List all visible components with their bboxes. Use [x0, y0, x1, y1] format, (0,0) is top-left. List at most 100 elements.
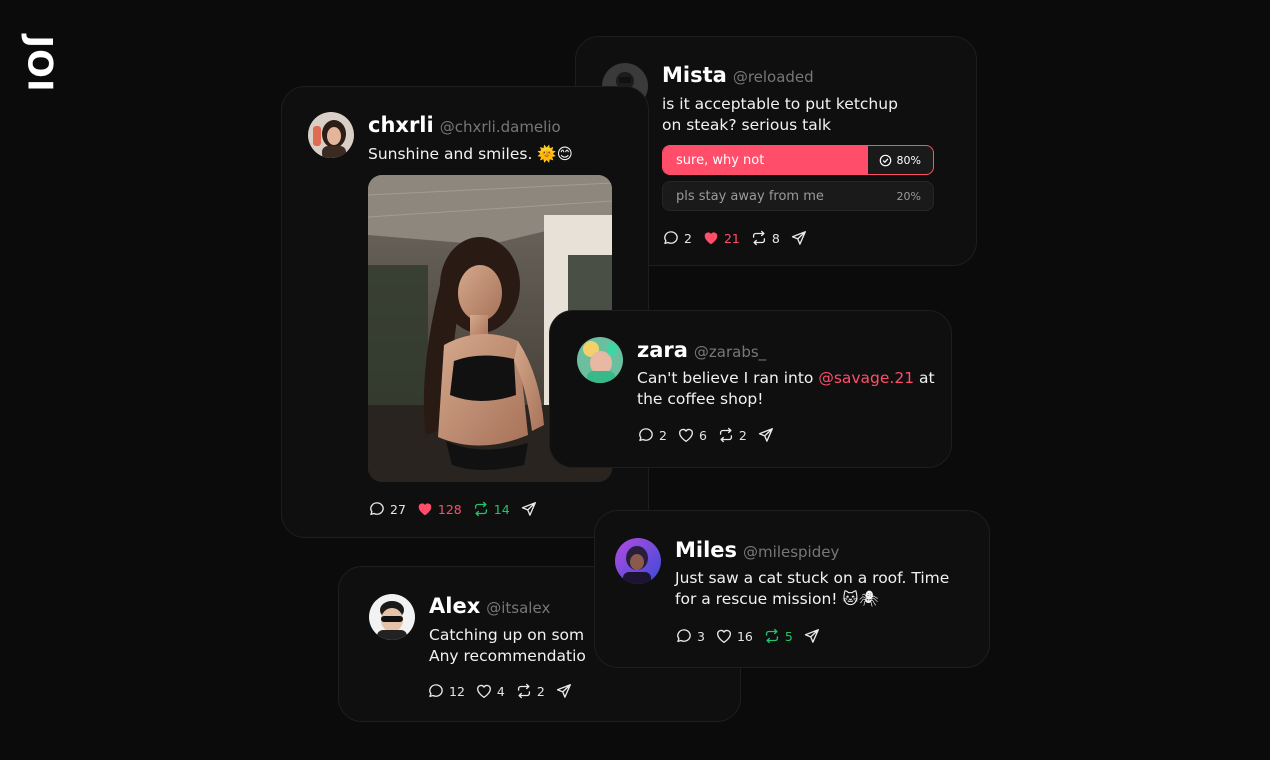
post-text-line: for a rescue mission! 🐱🕷: [675, 590, 879, 608]
poll-percent-value: 20%: [896, 190, 921, 203]
like-button[interactable]: 128: [416, 500, 462, 518]
share-button[interactable]: [790, 229, 812, 247]
post-card-zara[interactable]: zara @zarabs_ Can't believe I ran into @s…: [549, 310, 952, 468]
repost-icon: [752, 230, 765, 246]
repost-count: 14: [493, 501, 510, 517]
like-count: 128: [437, 501, 462, 517]
post-actions: 2 6 2: [637, 426, 789, 444]
send-icon: [804, 629, 819, 643]
post-text: Can't believe I ran into @savage.21 at t…: [637, 368, 935, 410]
like-count: 21: [723, 230, 740, 246]
repost-icon: [474, 501, 487, 517]
like-count: 4: [496, 683, 505, 699]
comment-icon: [429, 684, 443, 698]
comment-count: 2: [659, 427, 667, 443]
logo-text: JOI: [20, 35, 60, 93]
send-icon: [791, 231, 806, 245]
post-text: Sunshine and smiles. 🌞😊: [368, 145, 573, 163]
heart-outline-icon: [476, 684, 491, 699]
avatar[interactable]: [615, 538, 661, 584]
avatar[interactable]: [577, 337, 623, 383]
author-display-name[interactable]: chxrli: [368, 113, 434, 137]
avatar[interactable]: [369, 594, 415, 640]
share-button[interactable]: [757, 426, 779, 444]
poll-option-label: pls stay away from me: [676, 189, 824, 204]
post-text-line: the coffee shop!: [637, 390, 764, 408]
repost-icon: [765, 628, 778, 644]
comment-count: 12: [449, 683, 465, 699]
comment-icon: [370, 502, 384, 516]
heart-filled-icon: [418, 503, 432, 516]
send-icon: [758, 428, 773, 442]
send-icon: [556, 684, 571, 698]
like-button[interactable]: 6: [677, 426, 707, 444]
repost-count: 2: [536, 683, 545, 699]
author-name[interactable]: chxrli @chxrli.damelio: [368, 113, 561, 137]
repost-count: 5: [784, 628, 793, 644]
comment-button[interactable]: 12: [427, 682, 465, 700]
poll-option-label: sure, why not: [676, 153, 765, 168]
comment-icon: [677, 629, 691, 643]
repost-button[interactable]: 2: [717, 426, 747, 444]
author-display-name[interactable]: Mista: [662, 63, 727, 87]
heart-outline-icon: [716, 629, 731, 644]
share-button[interactable]: [555, 682, 577, 700]
share-button[interactable]: [520, 500, 542, 518]
post-text-line: is it acceptable to put ketchup: [662, 95, 898, 113]
comment-count: 27: [390, 501, 406, 517]
repost-button[interactable]: 8: [750, 229, 780, 247]
post-actions: 12 4 2: [427, 682, 587, 700]
comment-icon: [639, 428, 653, 442]
post-card-miles[interactable]: Miles @milespidey Just saw a cat stuck on…: [594, 510, 990, 668]
poll-percent-value: 80%: [896, 154, 921, 167]
comment-count: 3: [697, 628, 705, 644]
repost-button[interactable]: 2: [515, 682, 545, 700]
poll-option-2[interactable]: pls stay away from me 20%: [662, 181, 934, 211]
post-text: is it acceptable to put ketchup on steak…: [662, 94, 898, 136]
send-icon: [521, 502, 536, 516]
comment-button[interactable]: 3: [675, 627, 705, 645]
author-name[interactable]: Mista @reloaded: [662, 63, 814, 87]
comment-count: 2: [684, 230, 692, 246]
poll-option-1[interactable]: sure, why not 80%: [662, 145, 934, 175]
comment-button[interactable]: 27: [368, 500, 406, 518]
repost-count: 2: [738, 427, 747, 443]
avatar[interactable]: [308, 112, 354, 158]
like-button[interactable]: 4: [475, 682, 505, 700]
author-name[interactable]: zara @zarabs_: [637, 338, 766, 362]
check-circle-icon: [879, 154, 891, 167]
post-text-line: Just saw a cat stuck on a roof. Time: [675, 569, 950, 587]
author-name[interactable]: Alex @itsalex: [429, 594, 550, 618]
poll-option-percent: 20%: [897, 190, 921, 203]
like-button[interactable]: 16: [715, 627, 753, 645]
post-text-line: Can't believe I ran into @savage.21 at: [637, 368, 935, 389]
comment-button[interactable]: 2: [662, 229, 692, 247]
share-button[interactable]: [803, 627, 825, 645]
repost-icon: [517, 683, 530, 699]
author-display-name[interactable]: zara: [637, 338, 688, 362]
repost-button[interactable]: 14: [472, 500, 510, 518]
author-handle[interactable]: @milespidey: [743, 543, 839, 561]
repost-button[interactable]: 5: [763, 627, 793, 645]
post-text-line: Catching up on som: [429, 626, 585, 644]
author-handle[interactable]: @itsalex: [486, 599, 550, 617]
post-text-line: on steak? serious talk: [662, 116, 832, 134]
author-display-name[interactable]: Miles: [675, 538, 737, 562]
repost-icon: [719, 427, 732, 443]
post-actions: 2 21 8: [662, 229, 822, 247]
post-actions: 3 16 5: [675, 627, 835, 645]
like-count: 16: [736, 628, 753, 644]
post-text-segment: Can't believe I ran into: [637, 369, 819, 387]
author-handle[interactable]: @zarabs_: [694, 343, 766, 361]
comment-button[interactable]: 2: [637, 426, 667, 444]
like-button[interactable]: 21: [702, 229, 740, 247]
app-logo: JOI: [20, 22, 60, 106]
heart-outline-icon: [678, 428, 693, 443]
author-handle[interactable]: @chxrli.damelio: [440, 118, 561, 136]
author-handle[interactable]: @reloaded: [733, 68, 814, 86]
mention-link[interactable]: @savage.21: [818, 369, 914, 387]
post-text-segment: at: [914, 369, 935, 387]
repost-count: 8: [771, 230, 780, 246]
author-display-name[interactable]: Alex: [429, 594, 480, 618]
author-name[interactable]: Miles @milespidey: [675, 538, 839, 562]
